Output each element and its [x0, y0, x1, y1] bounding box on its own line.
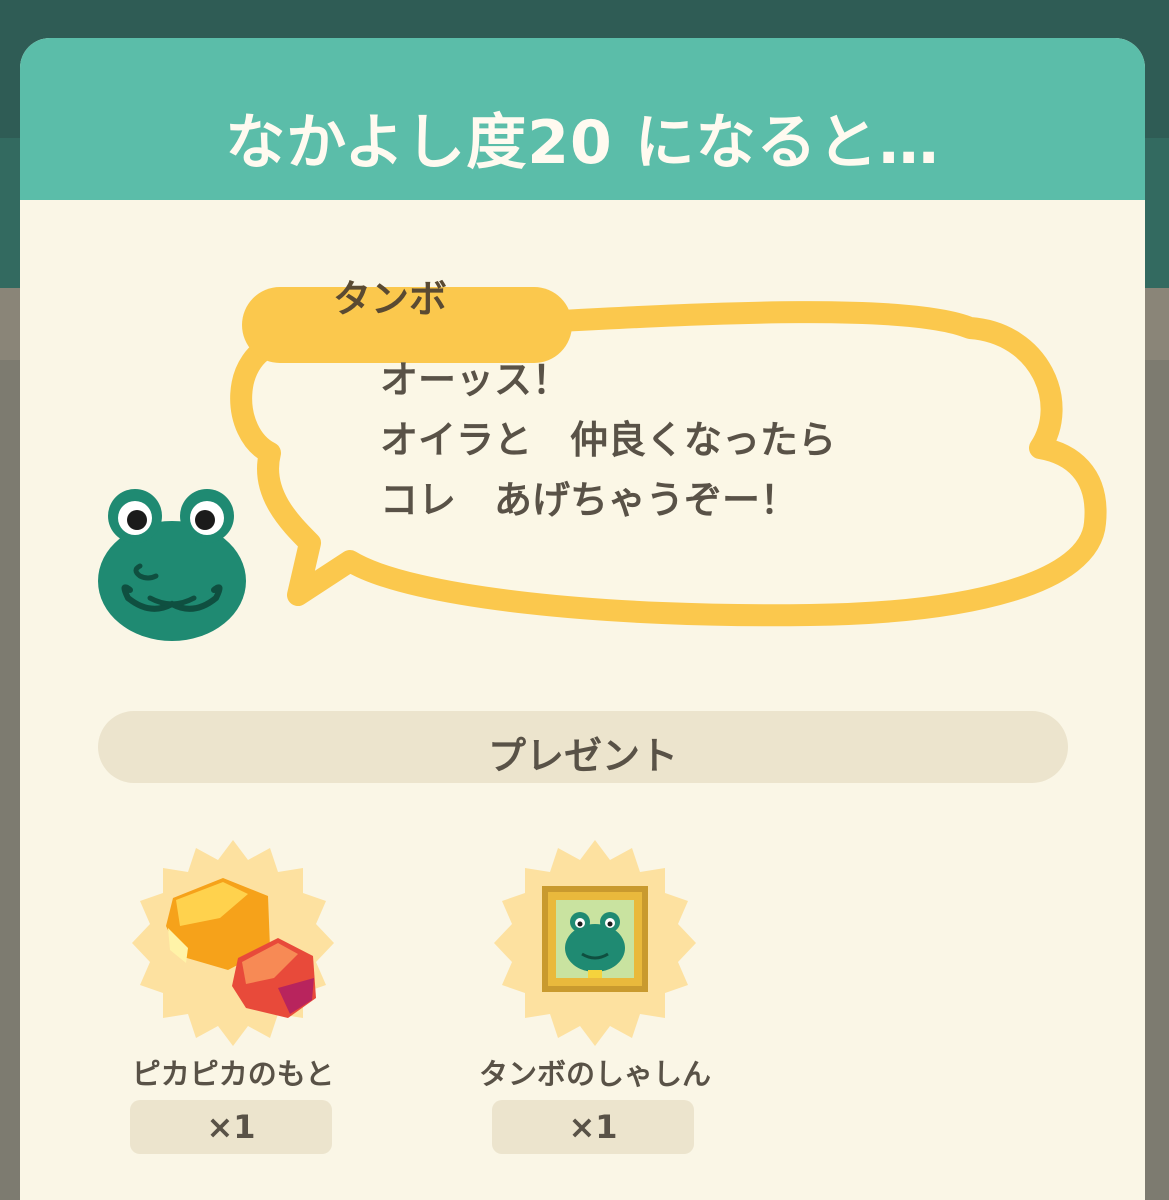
speech-text: オーッス！ オイラと 仲良くなったら コレ あげちゃうぞー！: [380, 350, 1020, 530]
frog-character-avatar: [98, 489, 246, 641]
friendship-reward-dialog: なかよし度20 になると… タンボ オーッス！ オイラと 仲良くなったら コレ …: [20, 38, 1145, 1200]
item-name: タンボのしゃしん: [478, 1057, 711, 1091]
framed-photo-icon: [494, 840, 696, 1046]
dialog-header: なかよし度20 になると…: [20, 38, 1145, 200]
present-section-header: プレゼント: [98, 711, 1068, 783]
item-quantity: ×1: [130, 1100, 332, 1154]
speech-line: オイラと 仲良くなったら: [380, 418, 837, 462]
speech-line: オーッス！: [380, 358, 571, 402]
present-item[interactable]: タンボのしゃしん ×1: [479, 838, 711, 1158]
sparkle-gem-icon: [132, 840, 334, 1046]
item-quantity: ×1: [492, 1100, 694, 1154]
item-name: ピカピカのもと: [131, 1057, 335, 1091]
speaker-name: タンボ: [332, 277, 447, 321]
present-heading: プレゼント: [487, 734, 678, 778]
speech-line: コレ あげちゃうぞー！: [380, 478, 799, 522]
dialog-title: なかよし度20 になると…: [225, 108, 940, 178]
present-item[interactable]: ピカピカのもと ×1: [118, 838, 348, 1158]
